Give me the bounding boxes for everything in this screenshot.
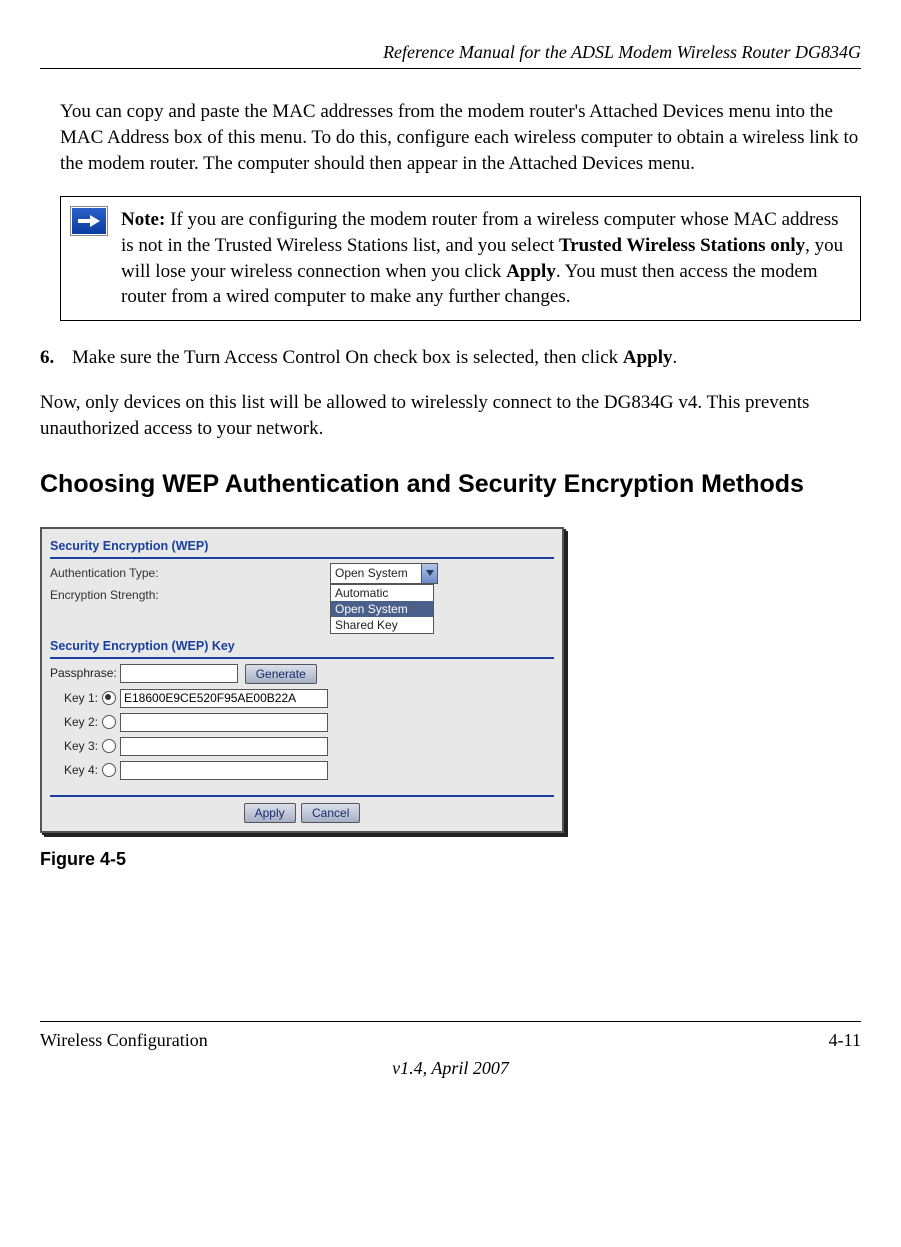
note-label: Note: [121,209,165,230]
cancel-button[interactable]: Cancel [301,803,360,823]
key1-input[interactable] [120,689,328,708]
note-arrow-icon [71,207,107,235]
key4-label: Key 4: [50,762,98,778]
step-6: 6. Make sure the Turn Access Control On … [40,345,861,371]
step-bold: Apply [623,347,673,368]
step-text-1: Make sure the Turn Access Control On che… [72,347,623,368]
key2-input[interactable] [120,713,328,732]
step-number: 6. [40,345,72,371]
page-footer: Wireless Configuration 4-11 v1.4, April … [40,1021,861,1081]
auth-type-value: Open System [335,566,408,580]
generate-button[interactable]: Generate [245,664,317,684]
key3-input[interactable] [120,737,328,756]
note-bold1: Trusted Wireless Stations only [559,235,805,256]
note-text: Note: If you are configuring the modem r… [117,197,860,320]
closing-paragraph: Now, only devices on this list will be a… [40,390,861,441]
key1-radio[interactable] [102,691,116,705]
apply-button[interactable]: Apply [244,803,296,823]
dropdown-opt-shared-key[interactable]: Shared Key [331,617,433,633]
figure-caption: Figure 4-5 [40,847,861,871]
footer-right: 4-11 [829,1028,861,1052]
footer-center: v1.4, April 2007 [40,1056,861,1080]
note-bold2: Apply [506,261,556,282]
fig-section2-title: Security Encryption (WEP) Key [50,638,554,655]
step-text-2: . [673,347,678,368]
auth-type-select[interactable]: Open System Automatic Open System Shared… [330,563,438,583]
key4-input[interactable] [120,761,328,780]
key3-radio[interactable] [102,739,116,753]
dropdown-opt-automatic[interactable]: Automatic [331,585,433,601]
chevron-down-icon [421,564,437,582]
key2-label: Key 2: [50,714,98,730]
auth-type-label: Authentication Type: [50,565,330,581]
page-header-title: Reference Manual for the ADSL Modem Wire… [40,40,861,69]
step-text: Make sure the Turn Access Control On che… [72,345,677,371]
passphrase-input[interactable] [120,664,238,683]
intro-paragraph: You can copy and paste the MAC addresses… [60,99,861,176]
screenshot-figure: Security Encryption (WEP) Authentication… [40,527,564,832]
auth-type-dropdown[interactable]: Automatic Open System Shared Key [330,584,434,635]
note-callout: Note: If you are configuring the modem r… [60,196,861,321]
dropdown-opt-open-system[interactable]: Open System [331,601,433,617]
key2-radio[interactable] [102,715,116,729]
section-heading: Choosing WEP Authentication and Security… [40,468,861,502]
footer-left: Wireless Configuration [40,1028,208,1052]
key4-radio[interactable] [102,763,116,777]
fig-section1-title: Security Encryption (WEP) [50,538,554,555]
enc-strength-label: Encryption Strength: [50,587,330,603]
key3-label: Key 3: [50,738,98,754]
key1-label: Key 1: [50,690,98,706]
passphrase-label: Passphrase: [50,665,117,681]
